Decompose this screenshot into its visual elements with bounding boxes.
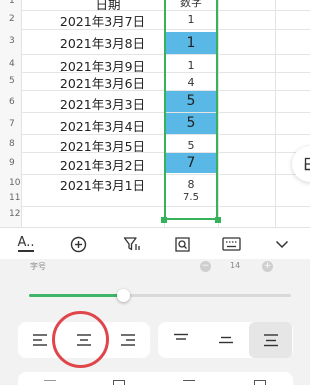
- align-top-icon: [174, 333, 188, 340]
- freeze-pane-icon: [304, 157, 310, 171]
- find-icon: [174, 236, 190, 252]
- find-button[interactable]: [166, 228, 198, 260]
- row-number: 11: [9, 193, 21, 203]
- filter-icon: [123, 237, 140, 251]
- date-cell[interactable]: 2021年3月3日: [50, 94, 155, 113]
- option-icon[interactable]: [254, 380, 266, 385]
- align-bottom-button[interactable]: [249, 322, 292, 358]
- keyboard-icon: [221, 237, 241, 251]
- date-cell[interactable]: 2021年3月8日: [50, 33, 155, 52]
- align-right-icon: [121, 334, 135, 346]
- font-size-increase-button[interactable]: +: [262, 261, 273, 272]
- column-divider: [275, 0, 276, 227]
- date-cell[interactable]: 2021年3月4日: [50, 116, 155, 135]
- date-cell[interactable]: 2021年3月1日: [50, 175, 155, 194]
- align-bottom-icon: [263, 334, 278, 347]
- row-number: 7: [9, 119, 15, 129]
- insert-button[interactable]: [62, 228, 94, 260]
- row-number: 2: [9, 14, 15, 24]
- date-cell[interactable]: 2021年3月2日: [50, 155, 155, 174]
- selection-handle[interactable]: [215, 217, 221, 223]
- row-number: 4: [9, 59, 15, 69]
- align-right-button[interactable]: [108, 322, 148, 358]
- row-number: 6: [9, 97, 15, 107]
- vertical-align-group: [158, 322, 293, 358]
- row-number: 1: [9, 0, 15, 6]
- row-number: 12: [9, 209, 21, 219]
- row-number: 5: [9, 76, 15, 86]
- align-left-icon: [33, 334, 47, 346]
- add-circle-icon: [70, 236, 86, 252]
- row-number: 9: [9, 158, 15, 168]
- selection-handle[interactable]: [161, 217, 167, 223]
- font-size-value: 14: [230, 261, 241, 270]
- text-format-button[interactable]: A..: [8, 228, 44, 260]
- bottom-toolbar: A..: [0, 227, 310, 259]
- align-top-button[interactable]: [160, 322, 202, 358]
- font-size-slider[interactable]: [29, 289, 291, 302]
- more-options-row: [18, 372, 293, 385]
- annotation-circle: [52, 311, 109, 368]
- column-divider: [218, 0, 219, 227]
- keyboard-button[interactable]: [215, 228, 247, 260]
- font-size-decrease-button[interactable]: −: [200, 261, 211, 272]
- filter-button[interactable]: [116, 228, 148, 260]
- slider-fill: [29, 294, 124, 297]
- row-number: 8: [9, 139, 15, 149]
- option-icon[interactable]: [183, 380, 195, 385]
- align-middle-button[interactable]: [205, 322, 247, 358]
- row-number: 10: [9, 178, 21, 188]
- option-icon[interactable]: [113, 380, 125, 385]
- align-middle-icon: [219, 336, 233, 344]
- option-icon[interactable]: [44, 380, 56, 385]
- spreadsheet-grid[interactable]: 1 日期 数字 2 2021年3月7日 1 3 2021年3月8日 1 4 20…: [0, 0, 310, 227]
- date-cell[interactable]: 2021年3月7日: [50, 11, 155, 30]
- text-format-icon: A..: [17, 235, 35, 252]
- selection-range: [164, 0, 218, 220]
- chevron-down-icon: [275, 240, 289, 248]
- font-size-label: 字号: [30, 262, 46, 271]
- collapse-button[interactable]: [266, 228, 298, 260]
- row-number: 3: [9, 36, 15, 46]
